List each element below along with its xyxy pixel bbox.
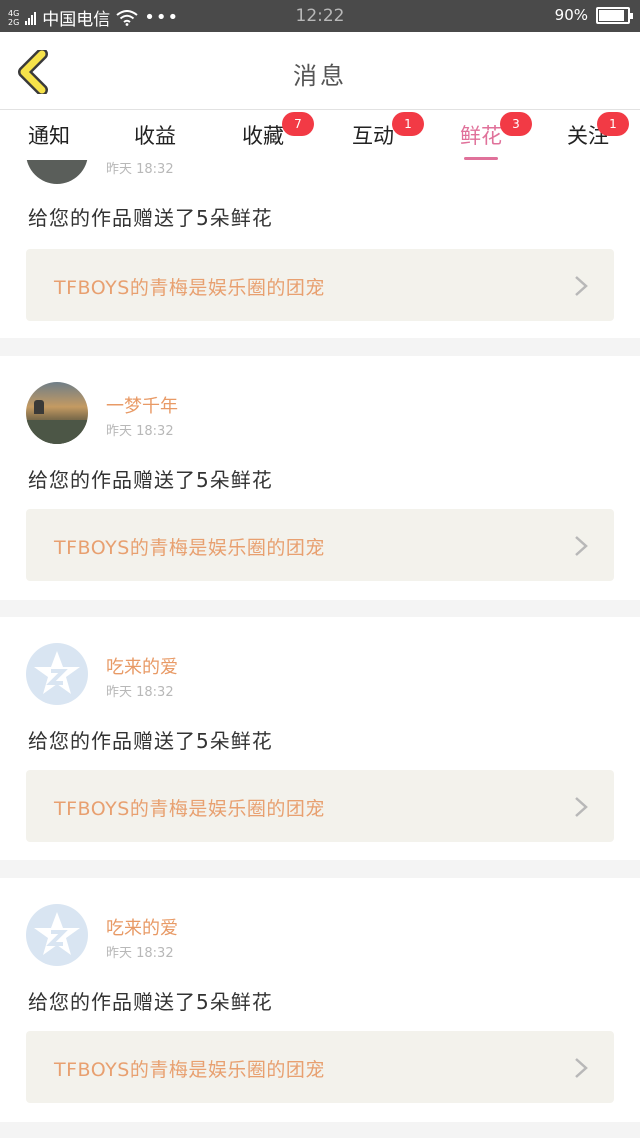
battery-percent: 90% — [554, 6, 588, 24]
work-title: TFBOYS的青梅是娱乐圈的团宠 — [54, 798, 325, 820]
tab-flowers[interactable]: 鲜花 3 — [460, 112, 532, 160]
notification-time: 昨天 18:32 — [106, 424, 174, 439]
work-link[interactable]: TFBOYS的青梅是娱乐圈的团宠 — [26, 770, 614, 842]
tab-label: 收藏 — [242, 124, 284, 148]
qq-default-avatar-icon — [34, 912, 80, 955]
tab-label: 互动 — [352, 124, 394, 148]
notification-time: 昨天 18:32 — [106, 162, 174, 177]
qq-default-avatar-icon — [34, 651, 80, 694]
notification-message: 给您的作品赠送了5朵鲜花 — [28, 206, 273, 230]
tab-label: 通知 — [28, 124, 70, 148]
notification-card: 昨天 18:32 给您的作品赠送了5朵鲜花 TFBOYS的青梅是娱乐圈的团宠 — [0, 160, 640, 338]
nav-header: 消息 — [0, 32, 640, 110]
unread-badge: 1 — [597, 112, 629, 136]
notification-message: 给您的作品赠送了5朵鲜花 — [28, 990, 273, 1014]
user-avatar[interactable] — [26, 904, 88, 966]
battery-icon — [596, 6, 633, 24]
tab-interactions[interactable]: 互动 1 — [352, 112, 424, 150]
unread-badge: 3 — [500, 112, 532, 136]
notification-message: 给您的作品赠送了5朵鲜花 — [28, 729, 273, 753]
work-title: TFBOYS的青梅是娱乐圈的团宠 — [54, 1059, 325, 1081]
work-link[interactable]: TFBOYS的青梅是娱乐圈的团宠 — [26, 249, 614, 321]
username[interactable]: 吃来的爱 — [106, 914, 178, 940]
work-link[interactable]: TFBOYS的青梅是娱乐圈的团宠 — [26, 1031, 614, 1103]
tab-follows[interactable]: 关注 1 — [567, 112, 629, 150]
notification-card: 吃来的爱 昨天 18:32 给您的作品赠送了5朵鲜花 TFBOYS的青梅是娱乐圈… — [0, 878, 640, 1122]
user-avatar[interactable] — [26, 643, 88, 705]
unread-badge: 1 — [392, 112, 424, 136]
tab-favorites[interactable]: 收藏 7 — [242, 112, 314, 150]
notification-time: 昨天 18:32 — [106, 946, 174, 961]
work-title: TFBOYS的青梅是娱乐圈的团宠 — [54, 277, 325, 299]
user-avatar[interactable] — [26, 160, 88, 184]
status-bar: 4G 2G 中国电信 ••• 12:22 90% — [0, 0, 640, 32]
chevron-right-icon — [575, 276, 588, 296]
user-avatar[interactable] — [26, 382, 88, 444]
chevron-right-icon — [575, 797, 588, 817]
tab-label: 收益 — [134, 124, 176, 148]
notification-card: 一梦千年 昨天 18:32 给您的作品赠送了5朵鲜花 TFBOYS的青梅是娱乐圈… — [0, 356, 640, 600]
unread-badge: 7 — [282, 112, 314, 136]
tab-earnings[interactable]: 收益 — [134, 120, 176, 150]
notification-message: 给您的作品赠送了5朵鲜花 — [28, 468, 273, 492]
work-link[interactable]: TFBOYS的青梅是娱乐圈的团宠 — [26, 509, 614, 581]
work-title: TFBOYS的青梅是娱乐圈的团宠 — [54, 537, 325, 559]
chevron-right-icon — [575, 536, 588, 556]
page-title: 消息 — [293, 62, 347, 90]
tab-notifications[interactable]: 通知 — [28, 120, 70, 150]
clock: 12:22 — [295, 6, 345, 26]
notification-time: 昨天 18:32 — [106, 685, 174, 700]
chevron-right-icon — [575, 1058, 588, 1078]
message-tabs: 通知 收益 收藏 7 互动 1 鲜花 3 关注 1 — [0, 110, 640, 160]
tab-label: 鲜花 — [460, 124, 502, 148]
username[interactable]: 吃来的爱 — [106, 653, 178, 679]
notification-list[interactable]: 昨天 18:32 给您的作品赠送了5朵鲜花 TFBOYS的青梅是娱乐圈的团宠 一… — [0, 160, 640, 1138]
username[interactable]: 一梦千年 — [106, 392, 178, 418]
notification-card: 吃来的爱 昨天 18:32 给您的作品赠送了5朵鲜花 TFBOYS的青梅是娱乐圈… — [0, 617, 640, 860]
